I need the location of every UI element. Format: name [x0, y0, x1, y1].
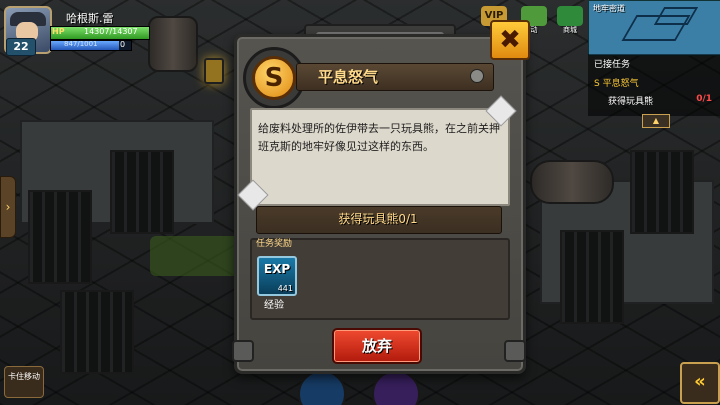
stuck-move-button[interactable]: 卡住移动 [4, 366, 44, 398]
reward-name: 经验 [264, 300, 284, 311]
minimap-path [653, 7, 699, 25]
dialog-clamp [232, 340, 254, 362]
player-level: 22 [6, 38, 36, 56]
quest-tracker[interactable]: 已接任务 S 平息怒气 获得玩具熊 0/1 [588, 54, 720, 116]
exp-tag: EXP [263, 262, 291, 276]
tracker-progress: 0/1 [696, 94, 712, 104]
tracker-objective: 获得玩具熊 [608, 97, 654, 107]
quest-description: 给废料处理所的佐伊带去一只玩具熊，在之前关押班克斯的地牢好像见过这样的东西。 [258, 122, 500, 153]
hp-text: 14307/14307 [84, 27, 138, 36]
side-expand-button[interactable]: › [0, 176, 16, 238]
bolt-icon [470, 69, 484, 83]
shop-button[interactable]: 商城 [556, 6, 584, 34]
shop-icon [557, 6, 583, 26]
dialog-title: 平息怒气 [318, 68, 379, 86]
minimap[interactable]: 地牢密道 [588, 0, 720, 56]
double-chevron-icon: « [694, 371, 706, 392]
close-button[interactable]: ✖ [490, 20, 530, 60]
chevron-right-icon: › [5, 200, 11, 214]
exp-amount: 441 [277, 284, 293, 293]
tracker-header: 已接任务 [594, 60, 631, 70]
minimap-location: 地牢密道 [593, 4, 625, 13]
exp-text: 847/1001 [64, 40, 98, 48]
player-status: 22 哈根斯.雷 HP 14307/14307 847/1001 0 [2, 2, 152, 56]
tracker-collapse-button[interactable]: ▲ [642, 114, 670, 128]
abandon-button[interactable]: 放弃 [332, 328, 422, 364]
dialog-clamp [504, 340, 526, 362]
quest-s-icon: S [594, 79, 603, 89]
quest-description-panel: 给废料处理所的佐伊带去一只玩具熊，在之前关押班克斯的地牢好像见过这样的东西。 [250, 108, 510, 206]
player-name: 哈根斯.雷 [66, 12, 114, 25]
close-icon: ✖ [499, 25, 521, 55]
quest-objective: 获得玩具熊0/1 [338, 212, 418, 226]
reward-label: 任务奖励 [256, 239, 293, 249]
exp-reward-icon[interactable]: EXP 441 [257, 256, 297, 296]
tracker-quest-name: S 平息怒气 [594, 76, 639, 89]
tracker-quest-label: 平息怒气 [602, 79, 639, 89]
hp-label: HP [52, 27, 65, 36]
chevron-up-icon: ▲ [652, 116, 660, 125]
currency-count: 0 [120, 40, 126, 49]
expand-menu-button[interactable]: « [680, 362, 720, 404]
shop-caption: 商城 [563, 26, 577, 34]
quest-s-icon: S [252, 56, 296, 100]
